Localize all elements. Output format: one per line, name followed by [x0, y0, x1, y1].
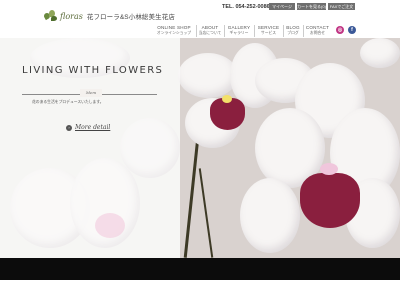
- logo-script-text: floras: [60, 11, 83, 21]
- nav-label-en: ABOUT: [201, 25, 219, 30]
- nav-label-en: CONTACT: [305, 25, 330, 30]
- nav-about[interactable]: ABOUT 当店について: [197, 25, 223, 39]
- facebook-icon[interactable]: f: [348, 26, 356, 34]
- footer-area: [0, 258, 400, 300]
- nav-label-ja: ギャラリー: [229, 31, 249, 35]
- nav-label-ja: ブログ: [287, 31, 299, 35]
- nav-label-en: GALLERY: [227, 25, 251, 30]
- site-logo[interactable]: floras 花フローラ&S小林総美生花店: [42, 9, 175, 23]
- orchid-petal: [360, 38, 400, 68]
- nav-gallery[interactable]: GALLERY ギャラリー: [225, 25, 253, 39]
- nav-contact[interactable]: CONTACT お問合せ: [304, 25, 331, 39]
- orchid-petal: [240, 178, 300, 253]
- nav-label-ja: お問合せ: [309, 31, 326, 35]
- cart-button[interactable]: カートを見る(0): [297, 3, 326, 10]
- hero-title: LIVING WITH FLOWERS: [22, 65, 164, 76]
- leaf-logo-icon: [42, 9, 59, 23]
- nav-service[interactable]: SERVICE サービス: [255, 25, 282, 39]
- instagram-icon[interactable]: ◎: [336, 26, 344, 34]
- hero-banner: LIVING WITH FLOWERS Mem 花のある生活をプロデュースいたし…: [0, 38, 400, 258]
- orchid-column: [320, 163, 338, 175]
- nav-label-ja: サービス: [260, 31, 277, 35]
- orchid-lip: [300, 173, 360, 228]
- site-header: floras 花フローラ&S小林総美生花店 TEL. 054-252-0086 …: [0, 0, 400, 38]
- hero-subtitle: 花のある生活をプロデュースいたします。: [32, 100, 104, 104]
- fax-order-button[interactable]: FAXでご注文: [328, 3, 355, 10]
- nav-blog[interactable]: BLOG ブログ: [284, 25, 302, 39]
- nav-label-en: ONLINE SHOP: [157, 25, 191, 30]
- orchid-column: [222, 95, 232, 103]
- orchid-petal: [178, 53, 238, 98]
- nav-label-en: BLOG: [286, 25, 300, 30]
- nav-label-ja: オンラインショップ: [156, 31, 192, 35]
- mypage-button[interactable]: マイページ: [269, 3, 295, 10]
- more-detail-link[interactable]: › More detail: [66, 124, 110, 131]
- phone-number: TEL. 054-252-0086: [222, 4, 270, 10]
- dark-band: [0, 258, 400, 280]
- logo-shop-name: 花フローラ&S小林総美生花店: [86, 14, 175, 21]
- arrow-right-icon: ›: [66, 124, 72, 131]
- hero-badge: Mem: [80, 89, 102, 97]
- nav-online-shop[interactable]: ONLINE SHOP オンラインショップ: [153, 25, 195, 39]
- more-detail-label: More detail: [75, 124, 111, 131]
- nav-label-en: SERVICE: [257, 25, 280, 30]
- nav-label-ja: 当店について: [198, 31, 222, 35]
